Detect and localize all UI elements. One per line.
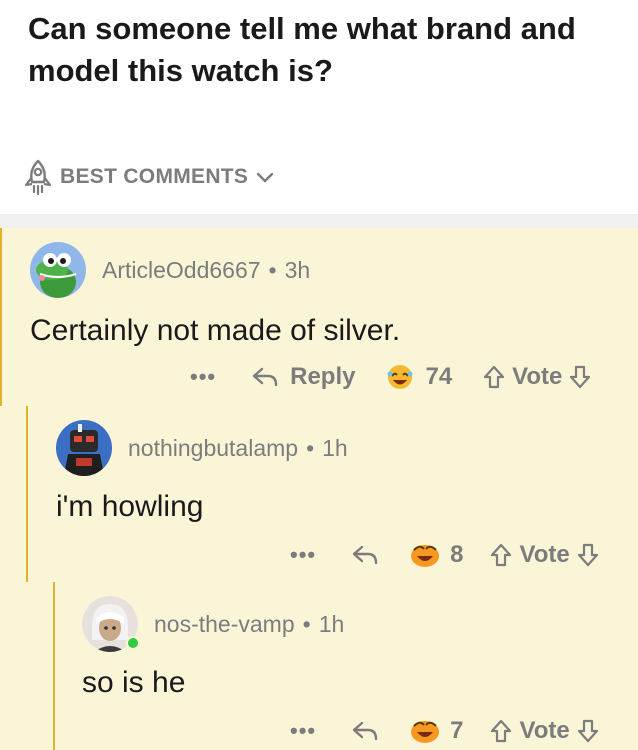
reply-arrow-icon bbox=[252, 367, 278, 387]
comment-thread: ArticleOdd6667 • 3h Certainly not made o… bbox=[0, 228, 638, 750]
robot-avatar-icon bbox=[56, 420, 112, 476]
comment: ArticleOdd6667 • 3h Certainly not made o… bbox=[0, 228, 638, 406]
vote-label: Vote bbox=[519, 541, 570, 568]
comment-timestamp: 3h bbox=[284, 256, 311, 283]
comment-body: so is he bbox=[82, 666, 186, 699]
upvote-arrow-icon[interactable] bbox=[482, 364, 506, 390]
crocodile-avatar-icon bbox=[30, 242, 86, 298]
upvote-arrow-icon[interactable] bbox=[489, 542, 513, 568]
laughing-award-icon bbox=[411, 721, 440, 743]
sort-label: BEST COMMENTS bbox=[60, 165, 249, 188]
more-options-button[interactable]: ••• bbox=[290, 542, 316, 568]
post-title: Can someone tell me what brand and model… bbox=[28, 11, 576, 88]
vote-label: Vote bbox=[519, 717, 570, 744]
downvote-arrow-icon[interactable] bbox=[576, 542, 600, 568]
reply-button[interactable]: Reply bbox=[250, 363, 355, 391]
award-button[interactable]: 8 bbox=[408, 540, 463, 570]
award-count: 8 bbox=[450, 541, 464, 568]
more-options-button[interactable]: ••• bbox=[290, 718, 316, 744]
reply-button[interactable] bbox=[350, 542, 380, 568]
award-button[interactable]: 7 bbox=[408, 716, 463, 746]
meta-separator: • bbox=[306, 434, 315, 461]
award-count: 7 bbox=[450, 717, 464, 744]
laughing-award-icon bbox=[387, 365, 413, 389]
comment-username[interactable]: nothingbutalamp bbox=[128, 435, 298, 462]
meta-separator: • bbox=[268, 256, 277, 283]
comment-username[interactable]: nos-the-vamp bbox=[154, 611, 295, 638]
comment: nos-the-vamp • 1h so is he ••• 7 Vote bbox=[0, 582, 638, 750]
comment-body: i'm howling bbox=[56, 490, 204, 523]
upvote-arrow-icon[interactable] bbox=[489, 718, 513, 744]
sort-selector[interactable]: BEST COMMENTS bbox=[22, 158, 276, 196]
comment-body: Certainly not made of silver. bbox=[30, 314, 401, 347]
reply-label: Reply bbox=[290, 363, 356, 390]
comment-timestamp: 1h bbox=[318, 610, 345, 637]
chevron-down-icon bbox=[257, 172, 274, 183]
section-divider bbox=[0, 214, 638, 228]
comment-timestamp: 1h bbox=[322, 434, 348, 461]
reply-arrow-icon bbox=[352, 545, 378, 565]
vote-control: Vote bbox=[489, 541, 599, 569]
downvote-arrow-icon[interactable] bbox=[568, 364, 592, 390]
vote-label: Vote bbox=[512, 363, 563, 390]
more-options-button[interactable]: ••• bbox=[190, 364, 216, 390]
downvote-arrow-icon[interactable] bbox=[576, 718, 600, 744]
award-count: 74 bbox=[425, 363, 453, 390]
meta-separator: • bbox=[302, 610, 311, 637]
rocket-icon bbox=[24, 159, 52, 196]
avatar[interactable] bbox=[56, 420, 112, 476]
award-button[interactable]: 74 bbox=[383, 362, 452, 392]
avatar[interactable] bbox=[82, 596, 140, 652]
vote-control: Vote bbox=[489, 717, 599, 745]
comment: nothingbutalamp • 1h i'm howling ••• 8 V… bbox=[0, 406, 638, 582]
reply-button[interactable] bbox=[350, 718, 380, 744]
vote-control: Vote bbox=[482, 363, 592, 391]
online-status-indicator bbox=[126, 636, 140, 650]
laughing-award-icon bbox=[411, 545, 440, 567]
reply-arrow-icon bbox=[352, 721, 378, 741]
avatar[interactable] bbox=[30, 242, 86, 298]
comment-username[interactable]: ArticleOdd6667 bbox=[102, 257, 261, 284]
